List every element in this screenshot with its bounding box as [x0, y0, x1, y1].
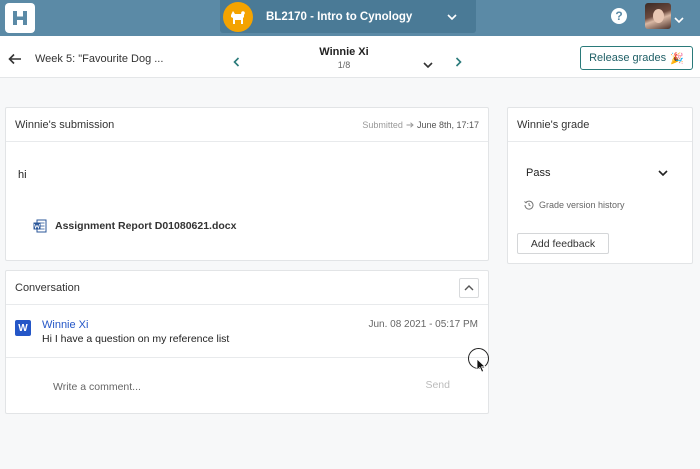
question-icon[interactable]: ?: [611, 8, 627, 24]
collapse-button[interactable]: [459, 277, 479, 298]
submission-card: Winnie's submission Submitted June 8th, …: [5, 107, 489, 261]
h-logo-icon[interactable]: [5, 3, 35, 33]
message-text: Hi I have a question on my reference lis…: [42, 333, 230, 345]
grade-value: Pass: [526, 167, 551, 179]
message-avatar: W: [15, 320, 31, 336]
grade-header: Winnie's grade: [508, 108, 692, 142]
submitted-label: Submitted: [362, 119, 403, 130]
add-feedback-button[interactable]: Add feedback: [517, 233, 609, 254]
chevron-down-icon: [658, 167, 668, 179]
back-arrow-icon[interactable]: [8, 52, 22, 70]
submitted-date: June 8th, 17:17: [416, 119, 479, 130]
chevron-right-icon[interactable]: [455, 54, 462, 72]
sub-header: Week 5: "Favourite Dog ... Winnie Xi 1/8…: [0, 36, 700, 78]
assignment-title[interactable]: Week 5: "Favourite Dog ...: [35, 53, 163, 65]
message-item: W Winnie Xi Jun. 08 2021 - 05:17 PM Hi I…: [6, 306, 488, 358]
word-doc-icon: [33, 219, 47, 233]
avatar-face: [653, 9, 664, 23]
chevron-down-icon[interactable]: [674, 10, 684, 28]
submission-title: Winnie's submission: [15, 118, 115, 131]
submission-header: Winnie's submission Submitted June 8th, …: [6, 108, 488, 142]
send-button[interactable]: Send: [425, 379, 450, 391]
grade-select[interactable]: Pass: [526, 167, 668, 179]
attachment-name: Assignment Report D01080621.docx: [55, 220, 237, 232]
comment-input[interactable]: [53, 381, 383, 393]
release-grades-button[interactable]: Release grades 🎉: [580, 46, 693, 70]
chevron-down-icon[interactable]: [423, 55, 433, 73]
conversation-title: Conversation: [15, 281, 80, 294]
course-selector[interactable]: BL2170 - Intro to Cynology: [220, 0, 476, 33]
student-position: 1/8: [337, 60, 351, 70]
grade-card: Winnie's grade Pass Grade version histor…: [507, 107, 693, 264]
dog-icon: [223, 1, 253, 32]
grade-title: Winnie's grade: [517, 118, 590, 131]
arrow-right-icon: [406, 121, 414, 128]
grade-history-label: Grade version history: [539, 200, 625, 210]
message-author: Winnie Xi: [42, 319, 89, 331]
submitted-meta: Submitted June 8th, 17:17: [362, 120, 479, 130]
release-grades-label: Release grades: [589, 52, 667, 64]
attachment-link[interactable]: Assignment Report D01080621.docx: [33, 219, 236, 233]
party-popper-icon: 🎉: [670, 52, 684, 65]
history-icon: [524, 200, 534, 210]
cursor-arrow-icon: [476, 358, 486, 378]
chevron-left-icon[interactable]: [233, 54, 240, 72]
chevron-down-icon: [442, 13, 462, 20]
conversation-header: Conversation: [6, 271, 488, 305]
chevron-up-icon: [464, 284, 474, 290]
grade-history-link[interactable]: Grade version history: [524, 200, 625, 210]
conversation-card: Conversation W Winnie Xi Jun. 08 2021 - …: [5, 270, 489, 414]
top-bar: BL2170 - Intro to Cynology ?: [0, 0, 700, 36]
user-avatar[interactable]: [645, 3, 671, 29]
student-name: Winnie Xi: [319, 46, 369, 58]
message-time: Jun. 08 2021 - 05:17 PM: [368, 319, 478, 330]
submission-text: hi: [18, 169, 27, 181]
course-name: BL2170 - Intro to Cynology: [266, 10, 413, 23]
